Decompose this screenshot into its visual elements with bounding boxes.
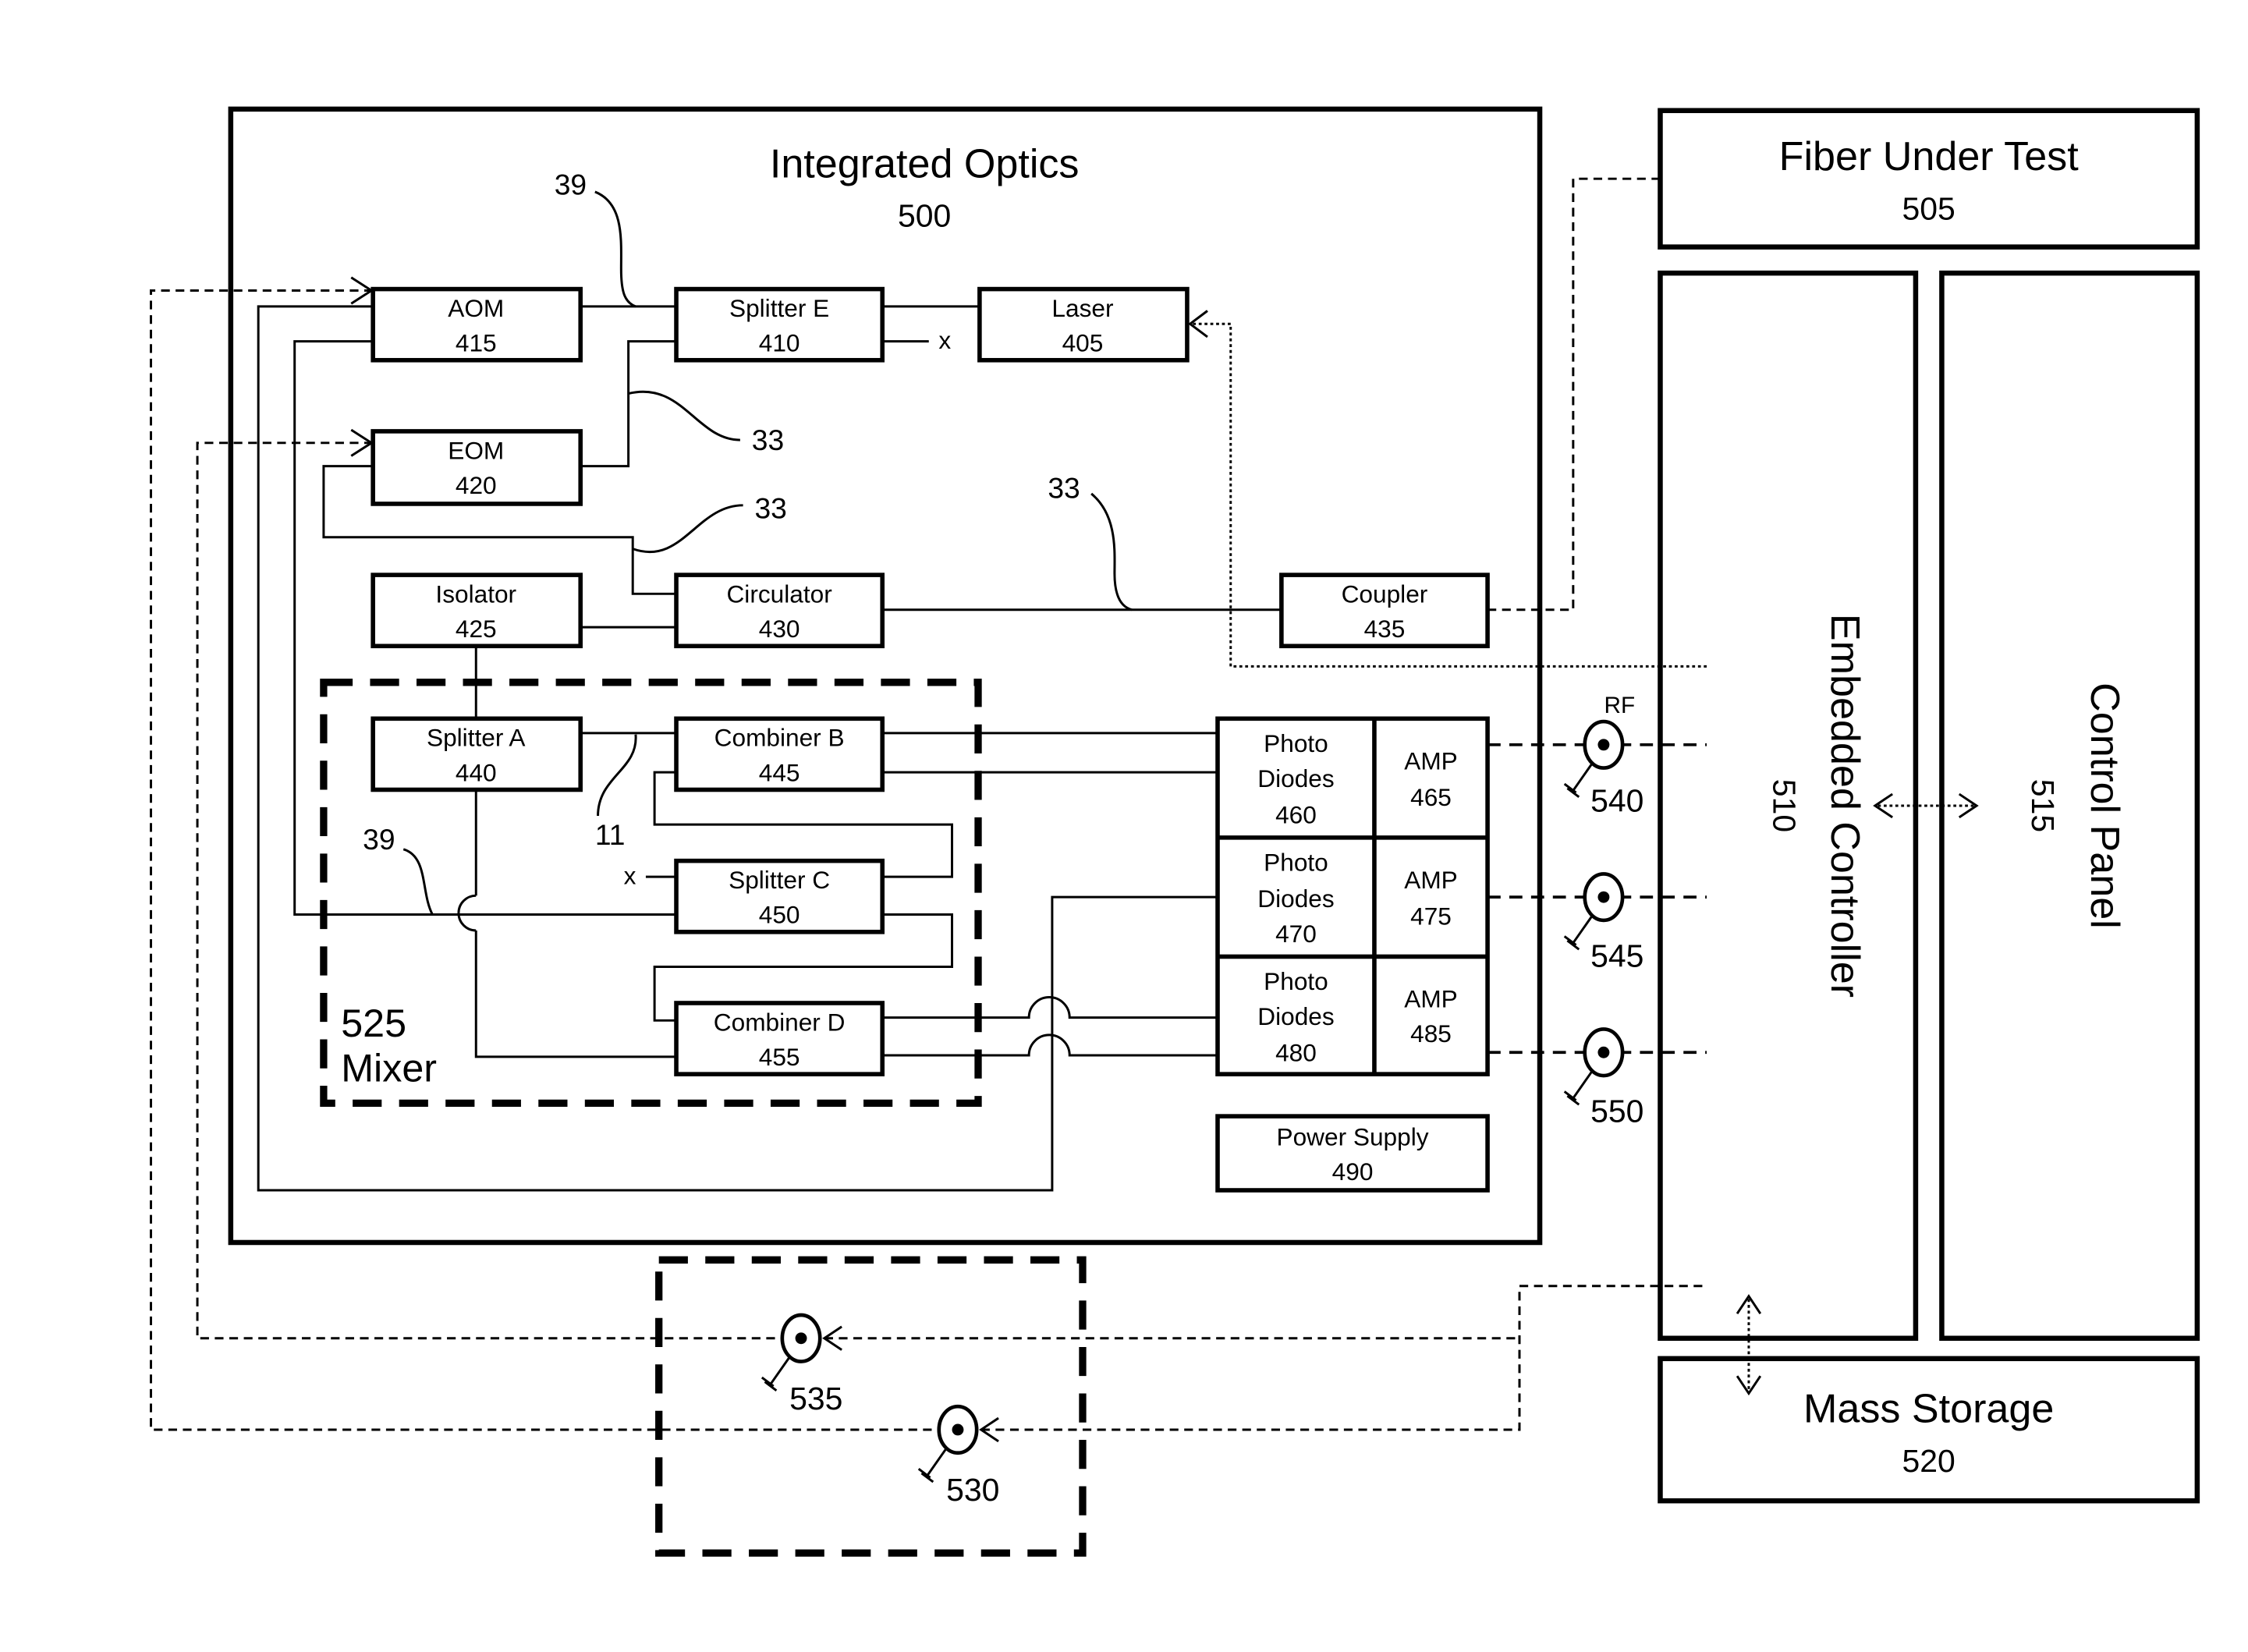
control-panel-box [1939,270,2200,1342]
mixer-number: 525 [341,1001,406,1045]
label-33-b: 33 [754,492,786,525]
label-11: 11 [595,818,626,851]
control-panel-title: Control Panel [2082,682,2127,929]
circulator-block: Circulator 430 [674,573,885,649]
aom-title: AOM [448,294,504,322]
integrated-optics-title: Integrated Optics [770,141,1080,186]
rf-label: RF [1604,693,1636,718]
photodiodes-460-line2: Diodes [1257,764,1334,792]
splitter-c-block: Splitter C 450 [674,858,885,934]
circulator-number: 430 [759,615,800,643]
splitter-e-block: Splitter E 410 [674,286,885,363]
splitter-a-block: Splitter A 440 [371,716,583,792]
isolator-number: 425 [456,615,497,643]
connector-530-label: 530 [946,1472,999,1508]
fiber-under-test-number: 505 [1902,190,1955,226]
eom-number: 420 [456,471,497,499]
mass-storage-title: Mass Storage [1803,1387,2054,1432]
isolator-title: Isolator [435,580,516,608]
coupler-number: 435 [1364,615,1406,643]
amp-465-number: 465 [1410,783,1452,811]
combiner-d-title: Combiner D [714,1008,846,1036]
photodiodes-460-number: 460 [1275,800,1317,828]
isolator-block: Isolator 425 [371,573,583,649]
splitter-e-title: Splitter E [729,294,829,322]
control-panel-number: 515 [2025,779,2061,832]
splitter-c-number: 450 [759,901,800,929]
rf-connector-535-icon [761,1313,842,1391]
connector-540-label: 540 [1590,782,1643,818]
label-39-bottom: 39 [363,823,395,856]
system-block-diagram: Integrated Optics 500 Fiber Under Test 5… [150,106,2200,1557]
aom-block: AOM 415 [371,286,583,363]
photodiodes-470-number: 470 [1275,920,1317,948]
connector-550-label: 550 [1590,1094,1643,1129]
eom-block: EOM 420 [371,429,583,506]
splitter-a-title: Splitter A [427,724,526,752]
splitter-c-title: Splitter C [729,866,830,894]
amp-475-title: AMP [1404,866,1458,894]
rf-connector-530-icon [917,1404,999,1484]
coupler-title: Coupler [1342,580,1428,608]
photodiodes-480-line1: Photo [1264,967,1328,995]
splitter-a-number: 440 [456,758,497,786]
mass-storage-number: 520 [1902,1443,1955,1479]
connector-545-label: 545 [1590,938,1643,973]
termination-x-splitter-e: x [938,326,951,354]
power-supply-title: Power Supply [1277,1122,1429,1150]
combiner-b-number: 445 [759,758,800,786]
circulator-title: Circulator [726,580,831,608]
laser-title: Laser [1051,294,1113,322]
embedded-controller-title: Embedded Controller [1822,614,1867,998]
photodiodes-470-line2: Diodes [1257,884,1334,913]
eom-title: EOM [448,436,504,464]
amp-485-number: 485 [1410,1019,1452,1048]
amp-485-title: AMP [1404,985,1458,1013]
connector-535-label: 535 [789,1381,842,1416]
coupler-block: Coupler 435 [1279,573,1490,649]
combiner-d-number: 455 [759,1043,800,1071]
termination-x-splitter-c: x [624,861,636,889]
integrated-optics-number: 500 [898,198,951,234]
photodiodes-480-line2: Diodes [1257,1002,1334,1030]
photodiodes-480-number: 480 [1275,1038,1317,1066]
label-39-top: 39 [555,168,587,201]
photodiodes-460-line1: Photo [1264,729,1328,757]
aom-number: 415 [456,329,497,357]
combiner-d-block: Combiner D 455 [674,1001,885,1076]
combiner-b-title: Combiner B [714,724,845,752]
laser-block: Laser 405 [977,286,1190,363]
power-supply-number: 490 [1332,1157,1374,1186]
storage-down-arrow-icon [1736,1375,1762,1396]
splitter-e-number: 410 [759,329,800,357]
amp-475-number: 475 [1410,902,1452,931]
mixer-title: Mixer [341,1046,437,1090]
fiber-under-test-title: Fiber Under Test [1779,134,2080,179]
label-33-c: 33 [1048,472,1080,505]
power-supply-block: Power Supply 490 [1215,1114,1490,1193]
photodiodes-470-line1: Photo [1264,849,1328,877]
signal-connector-region [655,1256,1087,1557]
combiner-b-block: Combiner B 445 [674,716,885,792]
laser-number: 405 [1062,329,1104,357]
label-33-a: 33 [752,424,784,456]
amp-465-title: AMP [1404,746,1458,775]
embedded-controller-number: 510 [1767,779,1803,832]
